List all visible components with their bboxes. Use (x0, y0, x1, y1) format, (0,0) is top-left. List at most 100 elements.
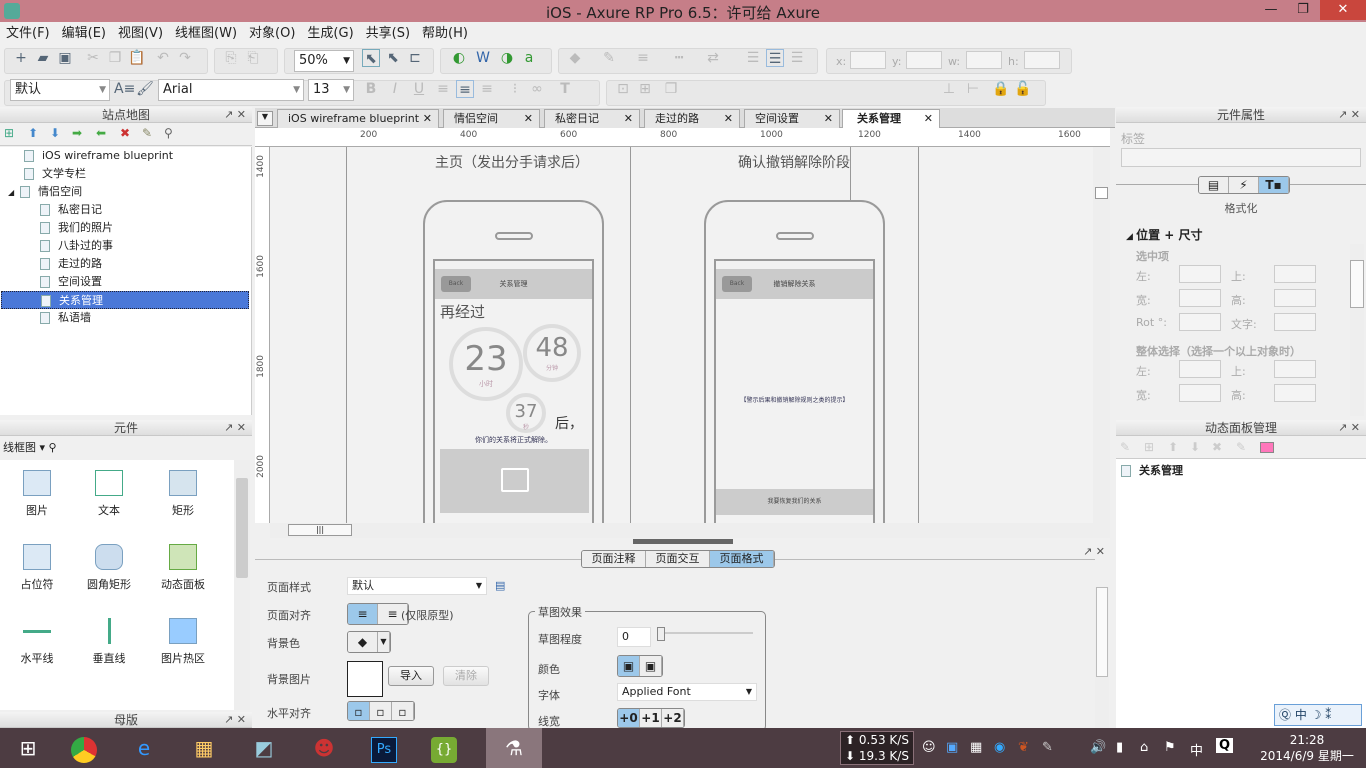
panel-close-icon[interactable]: ↗ ✕ (224, 107, 246, 123)
tab-close-icon[interactable]: ✕ (423, 110, 432, 128)
cut-icon[interactable]: ✂ (84, 49, 102, 67)
axshare-icon[interactable]: a (520, 49, 538, 67)
canvas-hscrollbar[interactable]: ||| (270, 523, 1110, 538)
tab-space-settings[interactable]: 空间设置 ✕ (744, 109, 840, 128)
clock[interactable]: 21:28 2014/6/9 星期一 (1252, 732, 1362, 764)
move-up-icon[interactable]: ⬆ (1168, 440, 1178, 454)
restore-relationship-button[interactable]: 我要恢复我们的关系 (716, 489, 873, 515)
h-align-right-button[interactable]: ▫ (392, 702, 414, 720)
tab-page-format[interactable]: 页面格式 (710, 551, 774, 567)
widget-hotspot[interactable]: 图片热区 (148, 618, 218, 666)
splitter-handle[interactable] (633, 539, 733, 544)
close-button[interactable]: ✕ (1320, 0, 1366, 20)
align-left-icon[interactable]: ≡ (434, 80, 452, 98)
start-button[interactable]: ⊞ (0, 728, 56, 768)
line-style-icon[interactable]: ┅ (670, 49, 688, 67)
align-left-button[interactable]: ≡ (348, 604, 378, 624)
import-icon[interactable]: ⎘ (222, 49, 240, 67)
height-field[interactable] (1274, 289, 1316, 307)
tree-item[interactable]: 空间设置 (40, 273, 102, 291)
style-select[interactable]: 默认 ▼ (10, 79, 110, 101)
h-align-left-button[interactable]: ▫ (348, 702, 370, 720)
tree-item-selected[interactable]: 关系管理 (1, 291, 249, 309)
align-right-icon[interactable]: ≡ (478, 80, 496, 98)
tab-close-icon[interactable]: ✕ (724, 110, 733, 128)
group-left-field[interactable] (1179, 360, 1221, 378)
redo-icon[interactable]: ↷ (176, 49, 194, 67)
tree-item[interactable]: 八卦过的事 (40, 237, 113, 255)
menu-help[interactable]: 帮助(H) (422, 22, 468, 45)
tree-item[interactable]: 我们的照片 (40, 219, 113, 237)
paste-icon[interactable]: 📋 (128, 49, 146, 67)
width-field[interactable] (1179, 289, 1221, 307)
connector-icon[interactable]: ⊏ (406, 49, 424, 67)
outdent-icon[interactable]: ⬅ (96, 126, 106, 140)
distribute-icon[interactable]: ⊢ (964, 80, 982, 98)
delete-icon[interactable]: ✖ (1212, 440, 1222, 454)
format-tab-icon[interactable]: T▪ (1259, 177, 1289, 193)
widget-dynamic-panel[interactable]: 动态面板 (148, 544, 218, 592)
menu-share[interactable]: 共享(S) (366, 22, 410, 45)
tray-app-icon[interactable]: ☺ (922, 740, 936, 755)
tab-couple-space[interactable]: 情侣空间 ✕ (443, 109, 540, 128)
design-canvas[interactable]: 主页（发出分手请求后） 确认撤销解除阶段 Back 关系管理 再经过 23 小时 4… (270, 147, 1093, 523)
generate-csv-icon[interactable]: ◑ (498, 49, 516, 67)
bg-color-dropdown[interactable]: ▼ (378, 632, 390, 652)
bottom-scrollbar[interactable] (1095, 587, 1109, 728)
underline-icon[interactable]: U (410, 80, 428, 98)
tray-wifi-app-icon[interactable]: ◉ (994, 740, 1005, 755)
link-icon[interactable]: ∞ (528, 80, 546, 98)
undo-icon[interactable]: ↶ (154, 49, 172, 67)
font-select[interactable]: Arial ▼ (158, 79, 304, 101)
menu-edit[interactable]: 编辑(E) (62, 22, 106, 45)
expand-icon[interactable]: ◢ (8, 188, 14, 197)
ime-q-icon[interactable]: Q (1216, 738, 1234, 753)
game-icon[interactable]: ☻ (296, 728, 352, 768)
tray-grid-icon[interactable]: ▦ (970, 740, 982, 755)
lock-icon[interactable]: 🔒 (992, 80, 1010, 98)
list-3-icon[interactable]: ☰ (788, 49, 806, 67)
chrome-icon[interactable] (56, 728, 112, 768)
tab-ios-wireframe[interactable]: iOS wireframe blueprint ✕ (277, 109, 439, 128)
explorer-icon[interactable]: ▦ (176, 728, 232, 768)
font-size-select[interactable]: 13 ▼ (308, 79, 354, 101)
minimize-button[interactable]: — (1256, 0, 1286, 20)
select-tool-icon[interactable]: ⬉ (362, 49, 380, 67)
tree-item[interactable]: ◢ 情侣空间 (8, 183, 82, 201)
save-icon[interactable]: ▣ (56, 49, 74, 67)
tray-butterfly-icon[interactable]: ❦ (1018, 740, 1029, 755)
group-height-field[interactable] (1274, 384, 1316, 402)
add-state-icon[interactable]: ⊞ (1144, 440, 1154, 454)
format-painter-icon[interactable]: 🖌 (136, 80, 154, 98)
style-editor-icon[interactable]: A≡ (114, 80, 135, 98)
add-page-icon[interactable]: ⊞ (4, 126, 14, 140)
y-field[interactable] (906, 51, 942, 69)
open-icon[interactable]: ▰ (34, 49, 52, 67)
ungroup-icon[interactable]: ⊞ (636, 80, 654, 98)
move-up-icon[interactable]: ⬆ (28, 126, 38, 140)
widget-image[interactable]: 图片 (2, 470, 72, 518)
notes-tab-icon[interactable]: ▤ (1199, 177, 1229, 193)
align-bottom-icon[interactable]: ⊥ (940, 80, 958, 98)
widget-hline[interactable]: 水平线 (2, 618, 72, 666)
export-icon[interactable]: ⎗ (244, 49, 262, 67)
h-align-center-button[interactable]: ▫ (370, 702, 392, 720)
tab-close-icon[interactable]: ✕ (524, 110, 533, 128)
zoom-select[interactable]: 50% ▼ (294, 50, 354, 72)
menu-generate[interactable]: 生成(G) (307, 22, 353, 45)
line-width-icon[interactable]: ≡ (634, 49, 652, 67)
bold-icon[interactable]: B (362, 80, 380, 98)
panel-color-icon[interactable] (1260, 442, 1274, 453)
import-button[interactable]: 导入 (388, 666, 434, 686)
tab-relationship[interactable]: 关系管理 ✕ (842, 109, 940, 128)
menu-wireframe[interactable]: 线框图(W) (175, 22, 237, 45)
tab-close-icon[interactable]: ✕ (924, 110, 933, 128)
line-width-0[interactable]: +0 (618, 709, 640, 727)
generate-word-icon[interactable]: W (474, 49, 492, 67)
dynpanel-page-item[interactable]: 关系管理 (1121, 462, 1183, 478)
arrow-style-icon[interactable]: ⇄ (704, 49, 722, 67)
widget-library-select[interactable]: 线框图 ▾ ⚲ (0, 437, 252, 459)
notepad-icon[interactable]: ◩ (236, 728, 292, 768)
fill-color-icon[interactable]: ◆ (566, 49, 584, 67)
move-down-icon[interactable]: ⬇ (50, 126, 60, 140)
